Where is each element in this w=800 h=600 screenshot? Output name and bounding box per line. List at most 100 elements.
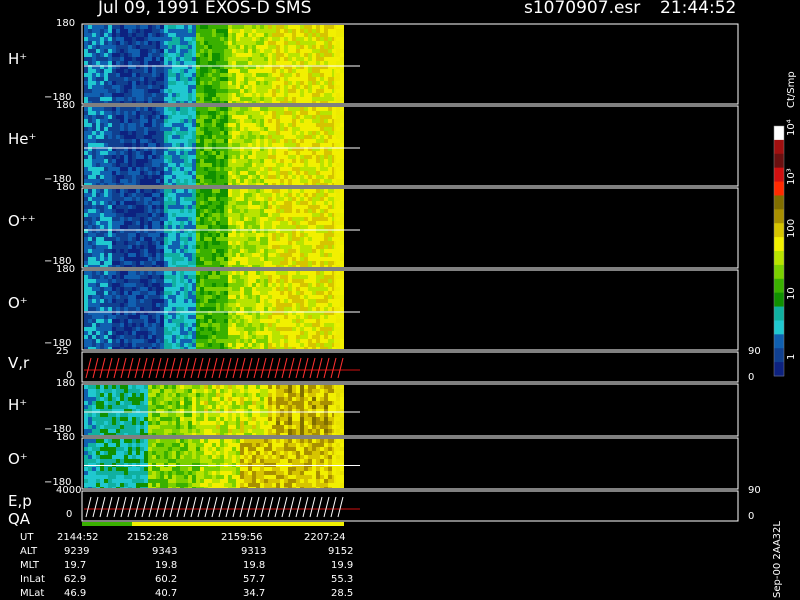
heatmap-cell: [172, 299, 176, 303]
heatmap-cell: [200, 151, 204, 155]
heatmap-cell: [148, 287, 152, 291]
heatmap-cell: [300, 253, 304, 257]
heatmap-cell: [160, 233, 164, 237]
heatmap-cell: [272, 123, 276, 127]
heatmap-cell: [240, 213, 244, 217]
heatmap-cell: [88, 81, 92, 85]
heatmap-cell: [108, 175, 112, 179]
heatmap-cell: [136, 167, 140, 171]
heatmap-cell: [280, 159, 284, 163]
heatmap-cell: [240, 237, 244, 241]
heatmap-cell: [152, 237, 156, 241]
heatmap-cell: [116, 49, 120, 53]
heatmap-cell: [204, 295, 208, 299]
heatmap-cell: [284, 209, 288, 213]
heatmap-cell: [192, 319, 196, 323]
heatmap-cell: [308, 249, 312, 253]
heatmap-cell: [144, 261, 148, 265]
heatmap-cell: [248, 73, 252, 77]
heatmap-cell: [204, 261, 208, 265]
heatmap-cell: [208, 53, 212, 57]
heatmap-cell: [200, 175, 204, 179]
heatmap-cell: [156, 183, 160, 185]
heatmap-cell: [140, 245, 144, 249]
heatmap-cell: [216, 89, 220, 93]
heatmap-cell: [184, 167, 188, 171]
heatmap-cell: [140, 307, 144, 311]
heatmap-cell: [136, 89, 140, 93]
heatmap-cell: [160, 77, 164, 81]
heatmap-cell: [176, 279, 180, 283]
heatmap-cell: [196, 119, 200, 123]
heatmap-cell: [160, 189, 164, 193]
heatmap-cell: [184, 89, 188, 93]
heatmap-cell: [228, 73, 232, 77]
heatmap-cell: [236, 81, 240, 85]
heatmap-cell: [96, 53, 100, 57]
heatmap-cell: [324, 143, 328, 147]
heatmap-cell: [144, 139, 148, 143]
heatmap-cell: [288, 279, 292, 283]
heatmap-cell: [228, 319, 232, 323]
heatmap-cell: [144, 127, 148, 131]
heatmap-cell: [108, 159, 112, 163]
heatmap-cell: [148, 171, 152, 175]
heatmap-cell: [124, 343, 128, 347]
heatmap-cell: [320, 213, 324, 217]
heatmap-cell: [188, 307, 192, 311]
heatmap-cell: [284, 123, 288, 127]
heatmap-cell: [132, 101, 136, 103]
heatmap-cell: [280, 77, 284, 81]
heatmap-cell: [108, 331, 112, 335]
heatmap-cell: [288, 315, 292, 319]
heatmap-cell: [232, 347, 236, 349]
heatmap-cell: [124, 225, 128, 229]
heatmap-cell: [164, 85, 168, 89]
heatmap-cell: [108, 221, 112, 225]
heatmap-cell: [184, 335, 188, 339]
heatmap-cell: [160, 205, 164, 209]
heatmap-cell: [324, 159, 328, 163]
heatmap-cell: [204, 25, 208, 29]
heatmap-cell: [104, 261, 108, 265]
heatmap-cell: [220, 261, 224, 265]
heatmap-cell: [296, 127, 300, 131]
heatmap-cell: [252, 135, 256, 139]
heatmap-cell: [112, 159, 116, 163]
heatmap-cell: [316, 213, 320, 217]
heatmap-cell: [240, 193, 244, 197]
heatmap-cell: [160, 221, 164, 225]
heatmap-cell: [224, 61, 228, 65]
heatmap-cell: [208, 93, 212, 97]
heatmap-cell: [124, 193, 128, 197]
heatmap-cell: [224, 291, 228, 295]
heatmap-cell: [88, 101, 92, 103]
heatmap-cell: [100, 327, 104, 331]
heatmap-cell: [268, 189, 272, 193]
heatmap-cell: [196, 253, 200, 257]
heatmap-cell: [320, 265, 324, 267]
heatmap-cell: [216, 151, 220, 155]
heatmap-cell: [312, 183, 316, 185]
heatmap-cell: [84, 163, 88, 167]
heatmap-cell: [236, 279, 240, 283]
heatmap-cell: [112, 143, 116, 147]
heatmap-cell: [264, 271, 268, 275]
heatmap-cell: [288, 261, 292, 265]
heatmap-cell: [112, 261, 116, 265]
heatmap-cell: [108, 101, 112, 103]
heatmap-cell: [292, 111, 296, 115]
heatmap-cell: [324, 257, 328, 261]
heatmap-cell: [180, 135, 184, 139]
heatmap-cell: [272, 217, 276, 221]
heatmap-cell: [320, 53, 324, 57]
heatmap-cell: [216, 119, 220, 123]
heatmap-cell: [168, 299, 172, 303]
heatmap-cell: [320, 159, 324, 163]
heatmap-cell: [136, 327, 140, 331]
heatmap-cell: [236, 37, 240, 41]
heatmap-cell: [100, 315, 104, 319]
heatmap-cell: [180, 73, 184, 77]
heatmap-cell: [172, 339, 176, 343]
heatmap-cell: [288, 275, 292, 279]
